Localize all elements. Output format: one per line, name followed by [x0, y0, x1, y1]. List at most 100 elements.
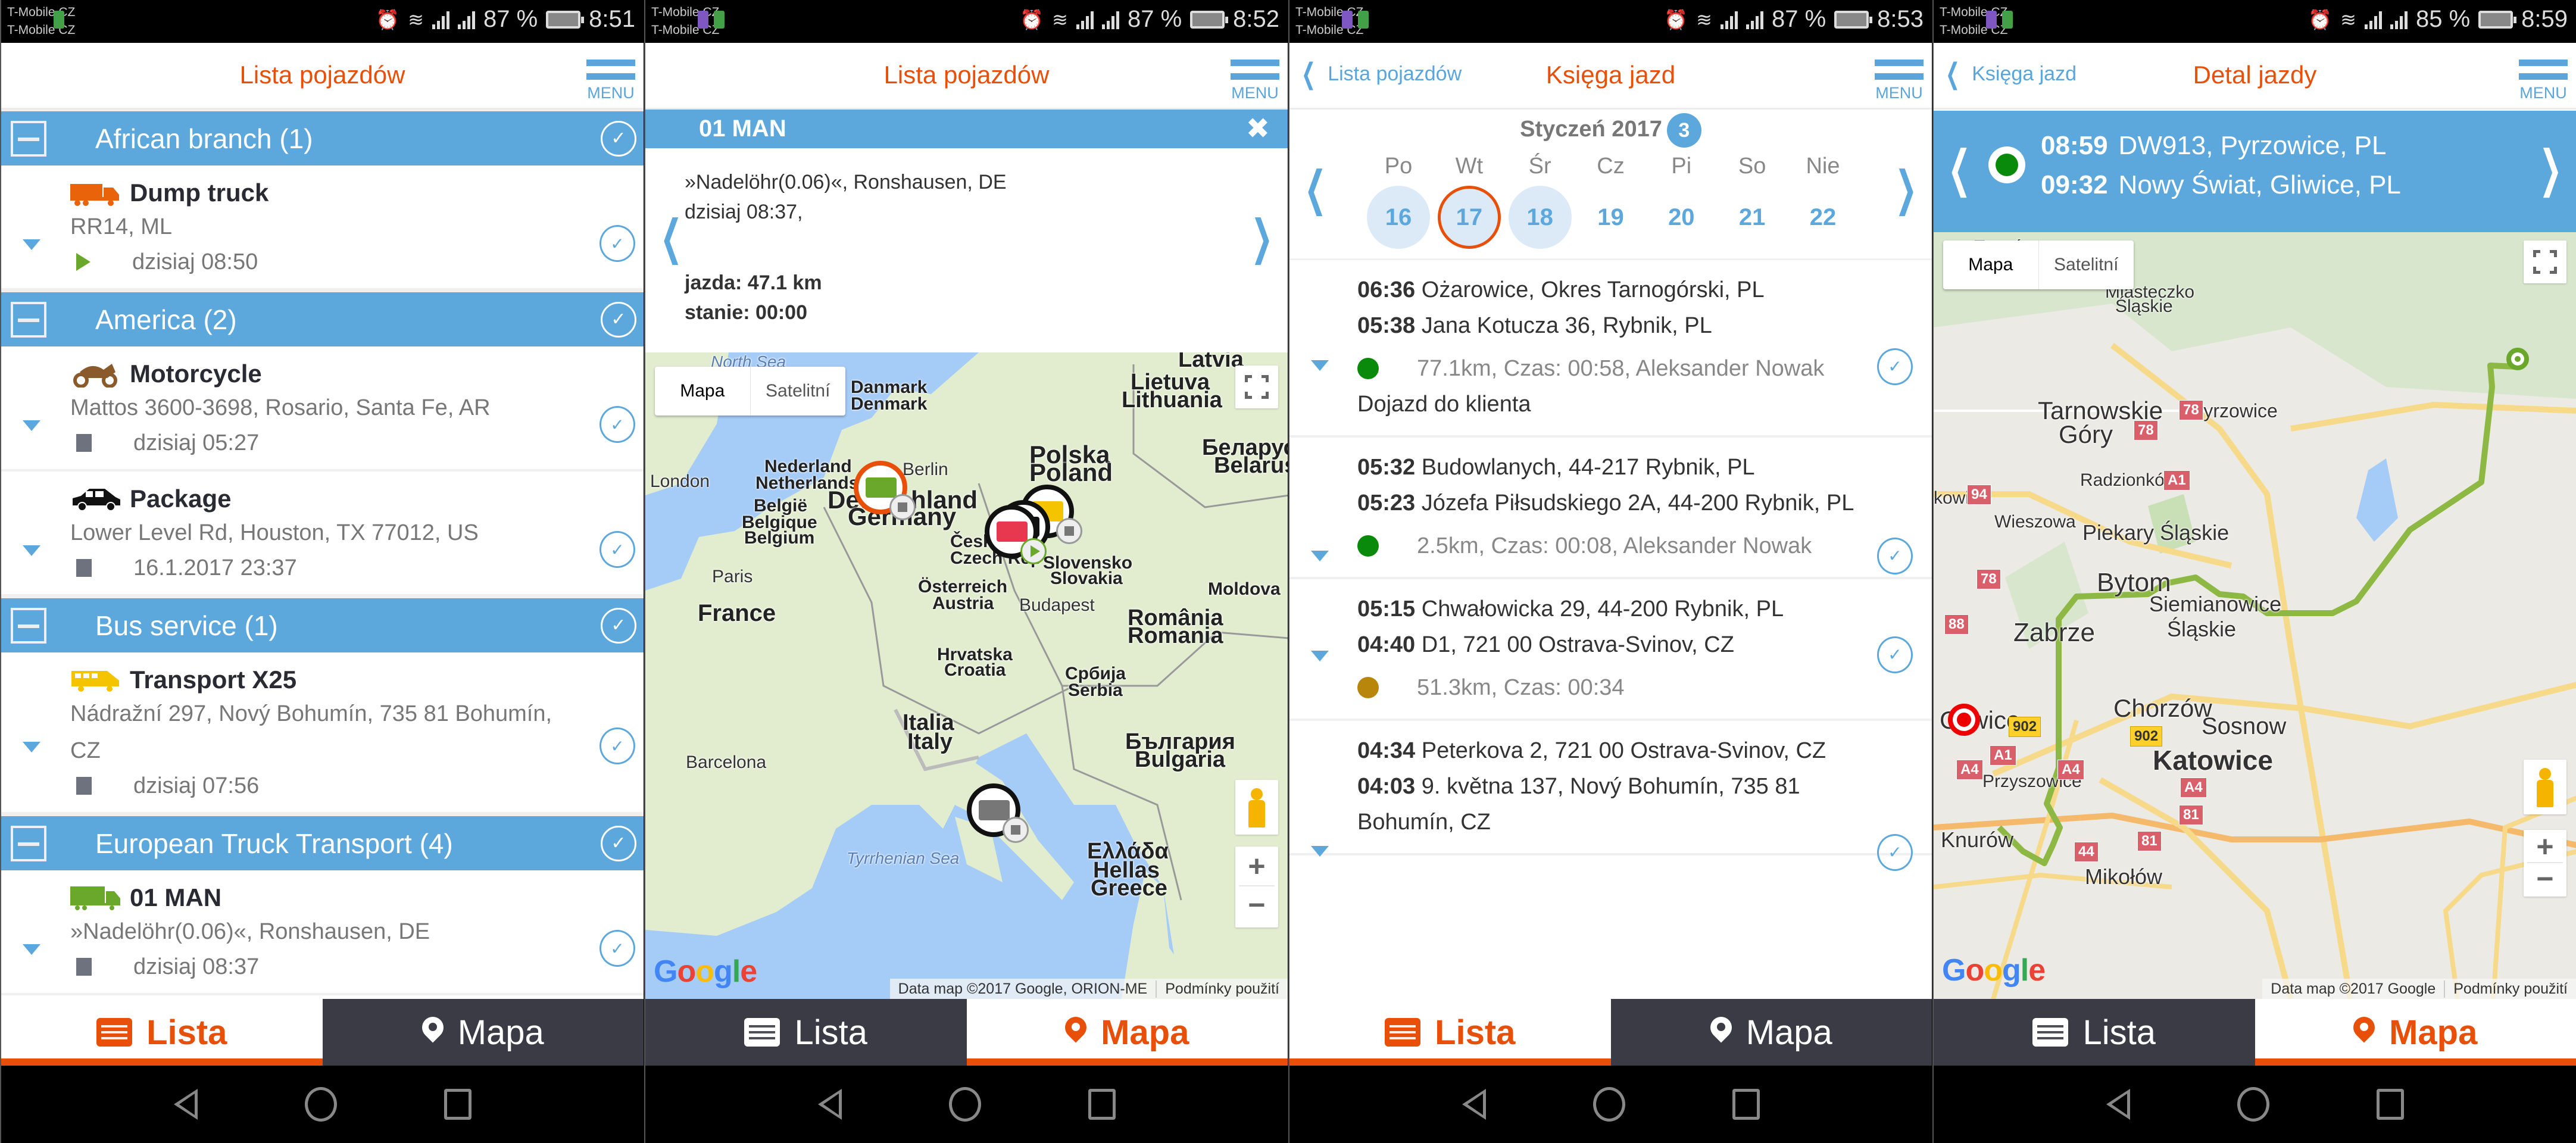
- previous-week-icon[interactable]: ❮: [1304, 161, 1326, 216]
- home-icon[interactable]: [1593, 1087, 1625, 1122]
- check-circle-icon[interactable]: ✓: [599, 930, 635, 967]
- vehicle-item[interactable]: Dump truck RR14, ML dzisiaj 08:50 ✓: [1, 165, 644, 291]
- group-header[interactable]: European Truck Transport (4) ✓: [1, 814, 644, 870]
- next-week-icon[interactable]: ❯: [1895, 161, 1917, 216]
- vehicle-item[interactable]: Package Lower Level Rd, Houston, TX 7701…: [1, 471, 644, 597]
- tab-map[interactable]: Mapa: [2255, 999, 2576, 1066]
- map-type-map-button[interactable]: Mapa: [655, 367, 751, 416]
- calendar-day[interactable]: 21: [1721, 186, 1784, 249]
- tab-map[interactable]: Mapa: [1610, 999, 1932, 1066]
- back-icon[interactable]: [2106, 1089, 2130, 1120]
- next-arrow-icon[interactable]: ❯: [1251, 210, 1273, 265]
- trip-end-marker-icon[interactable]: [1948, 704, 1980, 736]
- previous-arrow-icon[interactable]: ❮: [660, 210, 682, 265]
- street-view-pegman-icon[interactable]: [2524, 760, 2566, 814]
- check-circle-icon[interactable]: ✓: [599, 406, 635, 443]
- calendar-day[interactable]: 20: [1650, 186, 1713, 249]
- expand-arrow-icon[interactable]: [23, 239, 40, 250]
- trip-item[interactable]: 05:15 Chwałowicka 29, 44-200 Rybnik, PL …: [1289, 579, 1932, 721]
- home-icon[interactable]: [2237, 1087, 2269, 1122]
- vehicle-item[interactable]: 01 MAN »Nadelöhr(0.06)«, Ronshausen, DE …: [1, 870, 644, 995]
- map-view[interactable]: North Sea Danmark Denmark Latvia Lietuva…: [645, 352, 1288, 999]
- back-icon[interactable]: [1462, 1089, 1486, 1120]
- tab-map[interactable]: Mapa: [966, 999, 1288, 1066]
- trip-item[interactable]: 04:34 Peterkova 2, 721 00 Ostrava-Svinov…: [1289, 721, 1932, 871]
- group-header[interactable]: Bus service (1) ✓: [1, 597, 644, 652]
- menu-button[interactable]: MENU: [586, 60, 635, 101]
- map-type-satellite-button[interactable]: Satelitní: [751, 367, 846, 416]
- expand-arrow-icon[interactable]: [1311, 651, 1329, 661]
- zoom-in-button[interactable]: +: [1239, 847, 1275, 886]
- map-view[interactable]: Tworóg Miasteczko Śląskie Pyrzowice Tarn…: [1934, 232, 2576, 999]
- map-type-satellite-button[interactable]: Satelitní: [2039, 241, 2134, 289]
- close-icon[interactable]: ✖: [1246, 112, 1270, 145]
- check-circle-icon[interactable]: ✓: [599, 531, 635, 568]
- tab-list[interactable]: Lista: [1934, 999, 2255, 1066]
- trip-start-marker-icon[interactable]: [2506, 348, 2529, 370]
- vehicle-marker[interactable]: [967, 783, 1029, 843]
- zoom-in-button[interactable]: +: [2527, 830, 2563, 863]
- fullscreen-icon[interactable]: [2524, 241, 2566, 283]
- terms-link[interactable]: Podmínky použití: [2444, 980, 2576, 998]
- expand-arrow-icon[interactable]: [23, 944, 40, 955]
- group-header[interactable]: African branch (1) ✓: [1, 110, 644, 165]
- expand-arrow-icon[interactable]: [1311, 360, 1329, 371]
- recent-apps-icon[interactable]: [1088, 1089, 1116, 1120]
- collapse-icon[interactable]: [11, 301, 46, 338]
- collapse-icon[interactable]: [11, 825, 46, 861]
- check-circle-icon[interactable]: ✓: [601, 607, 636, 644]
- expand-arrow-icon[interactable]: [1311, 551, 1329, 561]
- check-circle-icon[interactable]: ✓: [599, 225, 635, 262]
- recent-apps-icon[interactable]: [1732, 1089, 1760, 1120]
- tab-list[interactable]: Lista: [1, 999, 323, 1066]
- check-circle-icon[interactable]: ✓: [1877, 636, 1913, 673]
- check-circle-icon[interactable]: ✓: [599, 727, 635, 764]
- map-type-map-button[interactable]: Mapa: [1943, 241, 2039, 289]
- menu-button[interactable]: MENU: [1231, 60, 1279, 101]
- expand-arrow-icon[interactable]: [23, 420, 40, 431]
- menu-button[interactable]: MENU: [2519, 60, 2568, 101]
- calendar-day[interactable]: 19: [1579, 186, 1642, 249]
- zoom-out-button[interactable]: −: [1235, 886, 1278, 926]
- collapse-icon[interactable]: [11, 120, 46, 157]
- check-circle-icon[interactable]: ✓: [601, 825, 636, 861]
- check-circle-icon[interactable]: ✓: [1877, 348, 1913, 385]
- vehicle-item[interactable]: Transport X25 Nádražní 297, Nový Bohumín…: [1, 652, 644, 814]
- home-icon[interactable]: [948, 1087, 981, 1122]
- vehicle-item[interactable]: Motorcycle Mattos 3600-3698, Rosario, Sa…: [1, 346, 644, 471]
- back-icon[interactable]: [173, 1089, 198, 1120]
- group-header[interactable]: America (2) ✓: [1, 291, 644, 346]
- street-view-pegman-icon[interactable]: [1235, 780, 1278, 835]
- check-circle-icon[interactable]: ✓: [1877, 834, 1913, 871]
- tab-list[interactable]: Lista: [1289, 999, 1611, 1066]
- vehicle-marker-selected[interactable]: [854, 461, 916, 520]
- vehicle-marker[interactable]: [985, 505, 1047, 564]
- check-circle-icon[interactable]: ✓: [601, 301, 636, 338]
- calendar-day[interactable]: 17: [1437, 186, 1501, 249]
- tab-list[interactable]: Lista: [645, 999, 967, 1066]
- calendar-day[interactable]: 22: [1791, 186, 1854, 249]
- check-circle-icon[interactable]: ✓: [601, 120, 636, 157]
- hamburger-icon-bar: [1231, 73, 1279, 80]
- calendar-day[interactable]: 16: [1367, 186, 1430, 249]
- next-trip-icon[interactable]: ❯: [2538, 139, 2562, 198]
- trip-item[interactable]: 05:32 Budowlanych, 44-217 Rybnik, PL 05:…: [1289, 438, 1932, 579]
- recent-apps-icon[interactable]: [444, 1089, 472, 1120]
- expand-arrow-icon[interactable]: [23, 545, 40, 556]
- battery-icon: [1834, 10, 1873, 29]
- fullscreen-icon[interactable]: [1235, 366, 1278, 408]
- expand-arrow-icon[interactable]: [23, 742, 40, 752]
- back-icon[interactable]: [817, 1089, 842, 1120]
- terms-link[interactable]: Podmínky použití: [1156, 980, 1288, 998]
- zoom-out-button[interactable]: −: [2524, 863, 2566, 897]
- tab-map[interactable]: Mapa: [322, 999, 644, 1066]
- home-icon[interactable]: [304, 1087, 337, 1122]
- expand-arrow-icon[interactable]: [1311, 846, 1329, 857]
- menu-button[interactable]: MENU: [1875, 60, 1924, 101]
- recent-apps-icon[interactable]: [2376, 1089, 2404, 1120]
- check-circle-icon[interactable]: ✓: [1877, 538, 1913, 574]
- calendar-day[interactable]: 18: [1508, 186, 1572, 249]
- collapse-icon[interactable]: [11, 607, 46, 644]
- previous-trip-icon[interactable]: ❮: [1948, 139, 1971, 198]
- trip-item[interactable]: 06:36 Ożarowice, Okres Tarnogórski, PL 0…: [1289, 260, 1932, 438]
